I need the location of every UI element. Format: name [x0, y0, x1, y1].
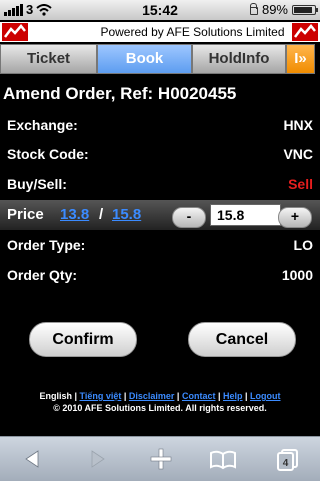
- price-input[interactable]: [210, 204, 281, 226]
- footer-separator: |: [174, 391, 182, 401]
- tab-ticket[interactable]: Ticket: [0, 44, 97, 74]
- order-qty-row: Order Qty: 1000: [0, 264, 320, 288]
- tab-bar: Ticket Book HoldInfo I»: [0, 44, 320, 74]
- buy-sell-value: Sell: [288, 176, 313, 192]
- order-qty-value: 1000: [281, 267, 313, 283]
- footer-separator: |: [121, 391, 129, 401]
- pages-count: 4: [283, 458, 289, 469]
- price-label: Price: [7, 206, 44, 223]
- afe-logo-icon: [292, 23, 318, 41]
- price-separator: /: [99, 206, 104, 223]
- confirm-button[interactable]: Confirm: [29, 322, 137, 357]
- cancel-button[interactable]: Cancel: [188, 322, 296, 357]
- page-title: Amend Order, Ref: H0020455: [3, 84, 237, 103]
- price-row: Price 13.8 / 15.8 - +: [0, 200, 320, 230]
- add-icon[interactable]: [146, 447, 176, 471]
- lock-icon: [249, 3, 258, 15]
- order-type-label: Order Type:: [7, 237, 86, 253]
- status-bar: 3 15:42 89%: [0, 0, 320, 20]
- browser-toolbar: 4: [0, 436, 320, 481]
- exchange-row: Exchange: HNX: [0, 114, 320, 138]
- bookmarks-icon[interactable]: [208, 447, 238, 471]
- disclaimer-link[interactable]: Disclaimer: [129, 391, 175, 401]
- ask-price-link[interactable]: 15.8: [112, 206, 141, 223]
- order-type-row: Order Type: LO: [0, 234, 320, 258]
- stock-code-row: Stock Code: VNC: [0, 143, 320, 167]
- back-icon[interactable]: [18, 447, 48, 471]
- footer-links: English | Tiếng việt | Disclaimer | Cont…: [0, 390, 320, 402]
- buy-sell-label: Buy/Sell:: [7, 176, 67, 192]
- buy-sell-row: Buy/Sell: Sell: [0, 173, 320, 197]
- powered-by-text: Powered by AFE Solutions Limited: [100, 25, 285, 39]
- exchange-label: Exchange:: [7, 117, 78, 133]
- pages-icon[interactable]: 4: [272, 447, 302, 471]
- footer-separator: |: [215, 391, 223, 401]
- footer: English | Tiếng việt | Disclaimer | Cont…: [0, 390, 320, 414]
- contact-link[interactable]: Contact: [182, 391, 216, 401]
- stock-code-label: Stock Code:: [7, 146, 89, 162]
- help-link[interactable]: Help: [223, 391, 243, 401]
- bid-price-link[interactable]: 13.8: [60, 206, 89, 223]
- price-increment-button[interactable]: +: [278, 207, 312, 228]
- tab-more[interactable]: I»: [286, 44, 315, 74]
- tab-book[interactable]: Book: [97, 44, 192, 74]
- battery-area: 89%: [249, 2, 318, 17]
- footer-separator: |: [71, 391, 80, 401]
- footer-separator: |: [242, 391, 251, 401]
- forward-icon[interactable]: [82, 447, 112, 471]
- brand-bar: Powered by AFE Solutions Limited: [0, 22, 320, 42]
- logout-link[interactable]: Logout: [250, 391, 281, 401]
- battery-percent: 89%: [261, 2, 288, 17]
- language-english[interactable]: English: [39, 391, 72, 401]
- copyright: © 2010 AFE Solutions Limited. All rights…: [53, 403, 267, 413]
- stock-code-value: VNC: [283, 146, 313, 162]
- price-decrement-button[interactable]: -: [172, 207, 206, 228]
- language-vietnamese-link[interactable]: Tiếng việt: [80, 391, 122, 401]
- tab-holdinfo[interactable]: HoldInfo: [192, 44, 286, 74]
- battery-icon: [292, 4, 318, 15]
- order-qty-label: Order Qty:: [7, 267, 78, 283]
- order-type-value: LO: [293, 237, 313, 253]
- exchange-value: HNX: [283, 117, 313, 133]
